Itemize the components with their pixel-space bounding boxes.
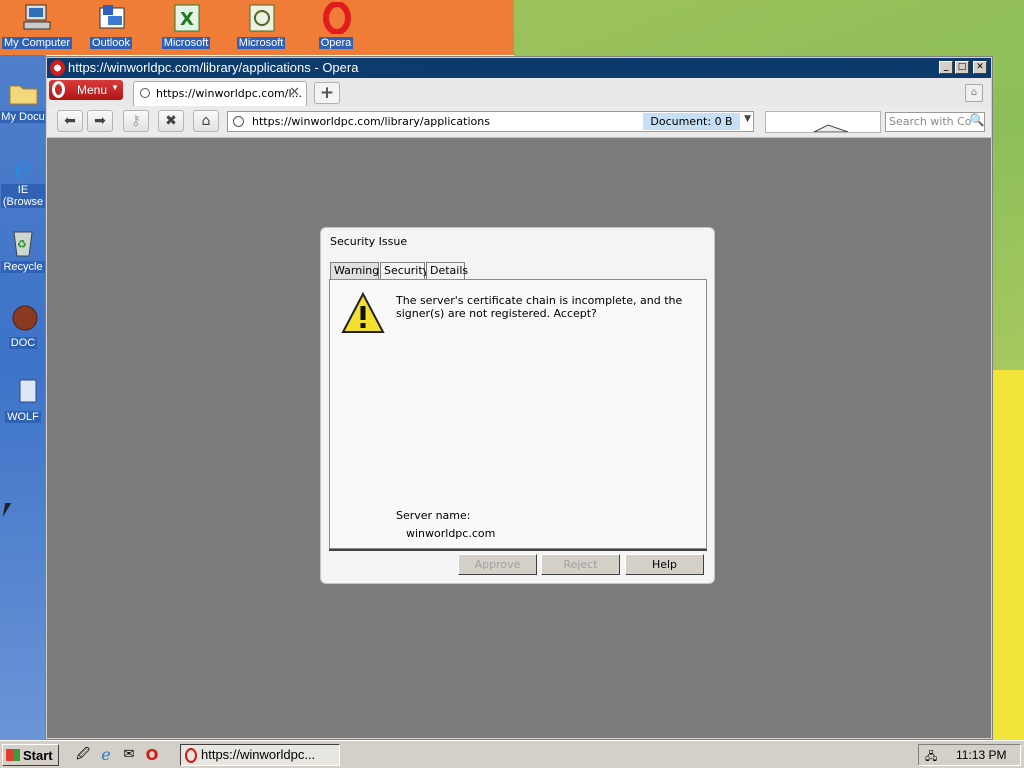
document-size-indicator: Document: 0 B: [643, 113, 740, 130]
search-icon[interactable]: 🔍: [968, 113, 986, 131]
quicklaunch-desktop-icon[interactable]: 🖉: [74, 746, 92, 764]
chevron-down-icon[interactable]: ▼: [744, 114, 751, 124]
tab-bar: Menu ▼ https://winworldpc.com/l... ✕ + ⌂: [47, 78, 991, 107]
search-engine-preview[interactable]: [765, 111, 881, 133]
desktop-icon-outlook[interactable]: Outlook: [74, 2, 148, 49]
desktop-icon-label: Outlook: [90, 37, 132, 49]
approve-button[interactable]: Approve: [458, 554, 537, 575]
desktop-icon-label: Recycle: [1, 261, 45, 273]
taskbar: Start 🖉 e ✉ O https://winworldpc... 🖧 11…: [0, 740, 1024, 768]
desktop-icon-label: My Computer: [1, 37, 73, 49]
svg-text:♻: ♻: [17, 238, 27, 251]
back-button[interactable]: ⬅: [57, 110, 83, 132]
globe-icon: [140, 88, 150, 98]
warning-panel: The server's certificate chain is incomp…: [329, 279, 707, 549]
window-title: https://winworldpc.com/library/applicati…: [68, 60, 359, 75]
warning-message: The server's certificate chain is incomp…: [396, 294, 683, 320]
tab-details[interactable]: Details: [426, 262, 468, 280]
tab-security[interactable]: Security: [380, 262, 429, 280]
svg-text:e: e: [14, 151, 32, 182]
taskbar-task-label: https://winworldpc...: [201, 747, 316, 762]
clock[interactable]: 11:13 PM: [956, 748, 1006, 762]
tab-title: https://winworldpc.com/l...: [156, 87, 303, 100]
network-icon[interactable]: 🖧: [925, 748, 941, 763]
taskbar-opera-window[interactable]: https://winworldpc...: [180, 744, 340, 766]
help-button[interactable]: Help: [625, 554, 704, 575]
wand-button[interactable]: ⚷: [123, 110, 149, 132]
close-window-button[interactable]: ✕: [973, 61, 987, 74]
desktop-icon-label: My Docu: [0, 111, 47, 123]
opera-logo-icon: [52, 81, 65, 98]
desktop-icon-label: DOC: [8, 337, 38, 349]
stop-x-icon: ✖: [165, 113, 177, 129]
computer-icon: [20, 2, 54, 34]
stop-button[interactable]: ✖: [158, 110, 184, 132]
address-url[interactable]: https://winworldpc.com/library/applicati…: [252, 115, 490, 128]
home-icon: ⌂: [201, 113, 211, 129]
opera-menu-button[interactable]: Menu ▼: [49, 80, 123, 100]
doc-icon: [6, 302, 40, 334]
windows-logo-icon: [6, 749, 20, 761]
tab-warning[interactable]: Warning: [330, 262, 379, 280]
quicklaunch-opera-icon[interactable]: O: [143, 746, 161, 764]
desktop-icon-excel[interactable]: X Microsoft: [149, 2, 223, 49]
trash-icon[interactable]: ⌂: [965, 84, 983, 102]
warning-triangle-icon: [341, 291, 385, 334]
forward-button[interactable]: ➡: [87, 110, 113, 132]
svg-text:X: X: [180, 9, 194, 30]
address-bar[interactable]: https://winworldpc.com/library/applicati…: [227, 111, 754, 132]
desktop-icon-my-computer[interactable]: My Computer: [0, 2, 74, 49]
desktop-icon-label: Microsoft: [236, 37, 286, 49]
system-tray: 🖧 11:13 PM: [918, 744, 1021, 766]
start-label: Start: [23, 748, 53, 763]
desktop-icon-label: WOLF: [5, 411, 41, 423]
server-name-label: Server name:: [396, 509, 471, 522]
desktop-icon-opera[interactable]: Opera: [299, 1, 373, 49]
desktop-icon-label: IE (Browse: [0, 184, 46, 208]
desktop-icon-project[interactable]: Microsoft: [224, 2, 298, 49]
arrow-left-icon: ⬅: [64, 113, 76, 129]
reject-button[interactable]: Reject: [541, 554, 620, 575]
maximize-button[interactable]: □: [955, 61, 969, 74]
excel-icon: X: [169, 2, 203, 34]
folder-icon: [6, 76, 40, 108]
arrow-right-icon: ➡: [94, 113, 106, 129]
security-issue-dialog: Security Issue Warning Security Details …: [320, 227, 715, 584]
dialog-title: Security Issue: [330, 235, 408, 248]
wallpaper-yellow: [992, 370, 1024, 740]
chevron-down-icon: ▼: [111, 83, 119, 92]
outlook-icon: [94, 2, 128, 34]
quicklaunch-ie-icon[interactable]: e: [97, 746, 115, 764]
key-icon: ⚷: [130, 113, 142, 129]
dialog-separator: [329, 549, 707, 551]
quicklaunch-outlook-icon[interactable]: ✉: [120, 746, 138, 764]
navigation-bar: ⬅ ➡ ⚷ ✖ ⌂ https://winworldpc.com/library…: [47, 106, 991, 138]
tab-winworldpc[interactable]: https://winworldpc.com/l... ✕: [133, 81, 307, 106]
project-icon: [244, 2, 278, 34]
home-button[interactable]: ⌂: [193, 110, 219, 132]
opera-logo-icon: [185, 748, 197, 763]
desktop-icon-label: Microsoft: [161, 37, 211, 49]
opera-logo-icon: [50, 60, 65, 76]
server-name-value: winworldpc.com: [406, 527, 496, 540]
recycle-bin-icon: ♻: [6, 226, 40, 258]
opera-icon: [319, 1, 353, 35]
start-button[interactable]: Start: [2, 744, 59, 766]
ie-icon: e: [6, 150, 40, 186]
close-tab-icon[interactable]: ✕: [289, 85, 300, 100]
search-area: Search with Co 🔍: [765, 111, 990, 133]
desktop-icon-label: Opera: [318, 37, 354, 49]
mouse-cursor-icon: [2, 503, 18, 517]
window-title-bar[interactable]: https://winworldpc.com/library/applicati…: [47, 58, 991, 78]
globe-icon: [233, 116, 244, 127]
minimize-button[interactable]: _: [939, 61, 953, 74]
wolf-icon: [6, 376, 40, 408]
menu-label: Menu: [77, 83, 108, 97]
new-tab-button[interactable]: +: [314, 82, 340, 104]
